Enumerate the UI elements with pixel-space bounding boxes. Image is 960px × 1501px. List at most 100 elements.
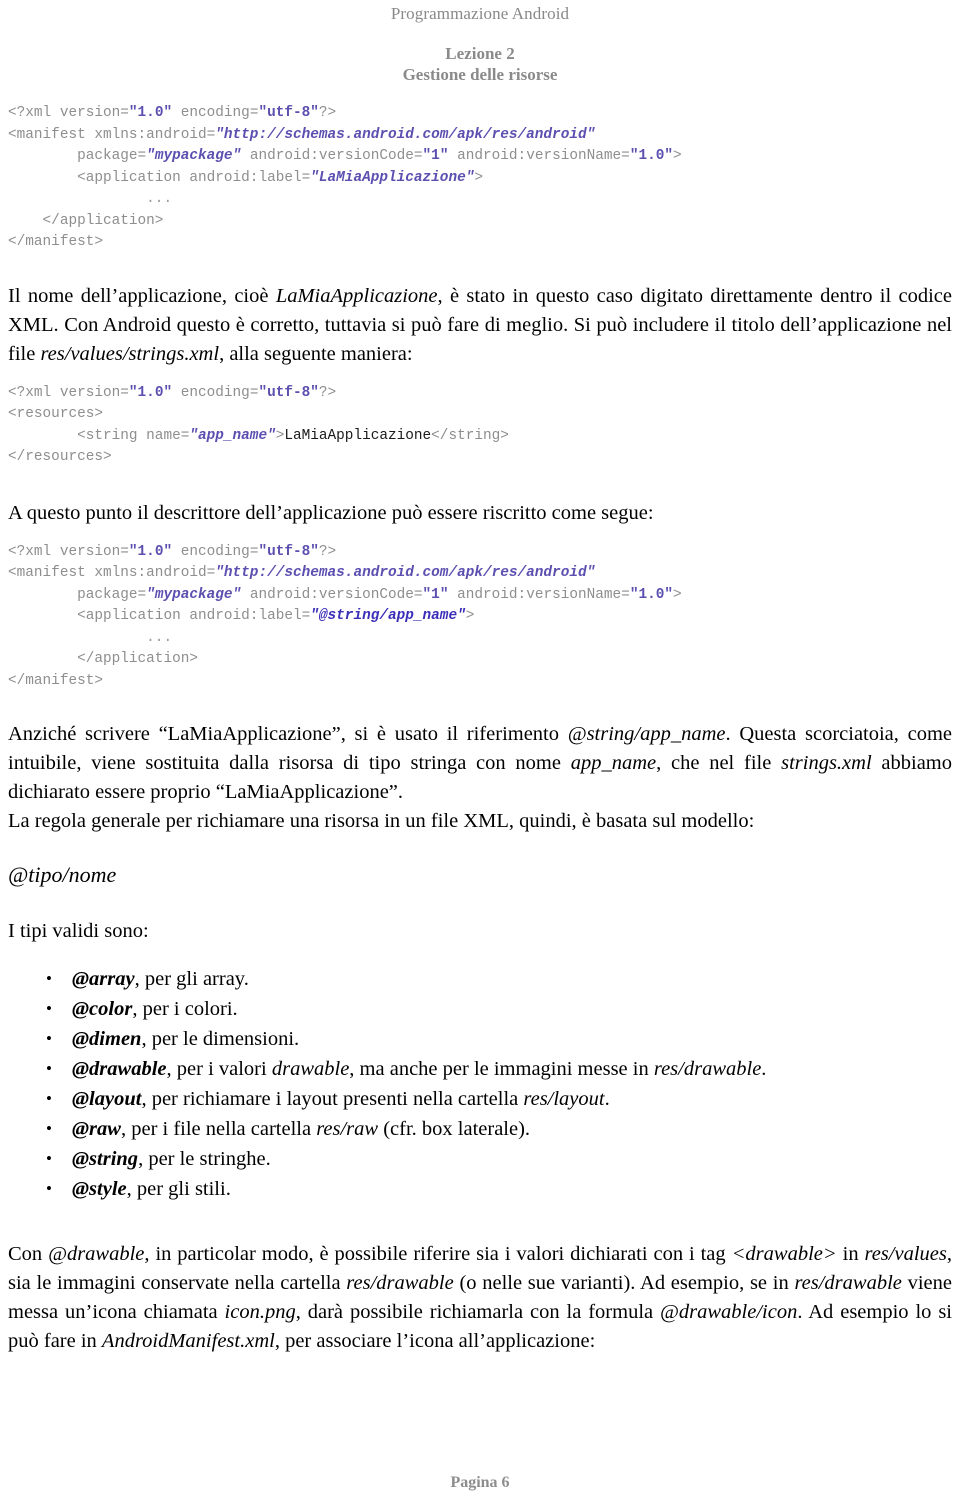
list-item-em: res/layout: [523, 1088, 605, 1110]
cb2-line-4-resources-end: </resources>: [8, 449, 112, 465]
code-line-3-package-value: "mypackage": [146, 148, 242, 164]
list-item-token: @color: [72, 998, 133, 1020]
list-item-token: @string: [72, 1148, 139, 1170]
lesson-subtitle: Gestione delle risorse: [402, 65, 558, 84]
resource-types-list: • @array, per gli array. • @color, per i c…: [8, 964, 952, 1204]
list-item-token: @style: [72, 1178, 127, 1200]
p2-text-1: A questo punto il descrittore dell’appli…: [8, 501, 654, 524]
p3-italic-stringref: @string/app_name: [567, 723, 726, 745]
p6-text-7: , darà possibile richiamarla con la form…: [295, 1301, 661, 1323]
list-item: • @array, per gli array.: [8, 964, 952, 994]
p6-text-1: Con: [8, 1243, 49, 1265]
code-line-4-label-value: "LaMiaApplicazione": [310, 169, 475, 186]
list-item-rest-1: , per richiamare i layout presenti nella…: [141, 1088, 524, 1110]
cb3-line-3-versioncode-value: "1": [422, 586, 449, 603]
list-item-rest-2: , ma anche per le immagini messe in: [349, 1058, 654, 1080]
p3-italic-stringsxml: strings.xml: [781, 752, 872, 774]
code-line-3-versioncode-attr: android:versionCode=: [241, 148, 423, 164]
p6-text-2: , in particolar modo, è possibile riferi…: [144, 1243, 732, 1265]
code-line-1-tag: <?xml version=: [8, 105, 129, 121]
list-item-token: @raw: [72, 1118, 121, 1140]
code-block-manifest-reference: <?xml version="1.0" encoding="utf-8"?> <…: [8, 542, 952, 693]
cb3-line-3-close: >: [673, 586, 682, 603]
cb2-line-3-text-content: LaMiaApplicazione: [284, 427, 432, 444]
p6-italic-androidmanifest: AndroidManifest.xml: [101, 1330, 275, 1352]
list-item: • @color, per i colori.: [8, 994, 952, 1024]
p6-italic-resdrawable-2: res/drawable: [794, 1272, 902, 1294]
code-line-4-close: >: [474, 169, 483, 186]
paragraph-descriptor-intro: A questo punto il descrittore dell’appli…: [8, 499, 952, 528]
running-head: Programmazione Android: [390, 4, 570, 23]
list-item: • @string, per le stringhe.: [8, 1144, 952, 1174]
p6-text-9: , per associare l’icona all’applicazione…: [274, 1330, 596, 1352]
p6-italic-drawableicon: @drawable/icon: [660, 1301, 798, 1323]
cb3-line-4-application-attr: <application android:label=: [8, 608, 311, 624]
bullet-marker-icon: •: [46, 1059, 52, 1078]
formula-resource-syntax: @tipo/nome: [8, 862, 117, 887]
list-item-token: @dimen: [72, 1028, 142, 1050]
p3-text-1: Anziché scrivere “LaMiaApplicazione”, si…: [8, 723, 568, 745]
p6-text-5: (o nelle sue varianti). Ad esempio, se i…: [453, 1272, 795, 1294]
cb2-line-1-tag: <?xml version=: [8, 384, 129, 401]
cb2-line-2-resources-open: <resources>: [8, 406, 103, 422]
cb3-line-4-label-reference: "@string/app_name": [310, 608, 466, 624]
list-item-token: @drawable: [72, 1058, 167, 1080]
list-item-rest-3: .: [761, 1058, 767, 1080]
code-line-3-versionname-attr: android:versionName=: [448, 148, 630, 164]
p6-italic-iconpng: icon.png: [224, 1301, 296, 1323]
cb3-line-3-package-attr: package=: [8, 586, 147, 603]
code-line-1-close: ?>: [318, 105, 337, 121]
code-line-1-encoding-value: "utf-8": [258, 105, 319, 121]
p6-text-3: in: [836, 1243, 865, 1265]
paragraph-reference-explanation: Anziché scrivere “LaMiaApplicazione”, si…: [8, 720, 952, 807]
p6-italic-drawable: @drawable: [48, 1243, 145, 1265]
cb3-line-6-application-end: </application>: [8, 651, 198, 667]
list-item-rest-1: , per le stringhe.: [138, 1148, 271, 1170]
p6-italic-resvalues: res/values: [864, 1243, 947, 1265]
list-item-rest-2: (cfr. box laterale).: [378, 1118, 531, 1140]
code-line-7-manifest-end: </manifest>: [8, 234, 103, 250]
list-item: • @drawable, per i valori drawable, ma an…: [8, 1054, 952, 1084]
list-item-token: @layout: [72, 1088, 142, 1110]
cb3-line-3-versionname-value: "1.0": [629, 586, 674, 603]
cb3-line-3-versionname-attr: android:versionName=: [448, 586, 630, 603]
bullet-marker-icon: •: [46, 1029, 52, 1048]
p6-italic-resdrawable-1: res/drawable: [346, 1272, 454, 1294]
cb2-line-3-string-attr: <string name=: [8, 427, 190, 444]
cb3-line-2-ns-value: "http://schemas.android.com/apk/res/andr…: [215, 565, 596, 581]
cb2-line-1-encoding-attr: encoding=: [172, 384, 259, 401]
cb3-line-1-encoding-value: "utf-8": [258, 543, 319, 560]
code-block-manifest-literal: <?xml version="1.0" encoding="utf-8"?> <…: [8, 103, 952, 254]
code-line-3-package-attr: package=: [8, 148, 147, 164]
bullet-marker-icon: •: [46, 999, 52, 1018]
p3-text-3: , che nel file: [656, 752, 782, 774]
code-line-3-close: >: [673, 148, 682, 164]
list-item-rest-1: , per gli array.: [134, 968, 249, 990]
document-page: Programmazione Android Lezione 2 Gestion…: [0, 0, 960, 1501]
code-line-4-application-attr: <application android:label=: [8, 169, 311, 186]
paragraph-drawable-explanation: Con @drawable, in particolar modo, è pos…: [8, 1240, 952, 1356]
p3-italic-appname-key: app_name: [570, 752, 657, 774]
list-item-rest-1: , per le dimensioni.: [141, 1028, 300, 1050]
cb2-line-1-version: "1.0": [128, 384, 173, 401]
cb3-line-5-ellipsis: ...: [8, 629, 173, 646]
code-line-1-version: "1.0": [128, 105, 173, 121]
code-line-1-encoding-attr: encoding=: [172, 105, 259, 121]
bullet-marker-icon: •: [46, 1089, 52, 1108]
cb3-line-2-tag: <manifest xmlns:android=: [8, 565, 216, 581]
list-item-rest-1: , per i file nella cartella: [120, 1118, 317, 1140]
bullet-marker-icon: •: [46, 1179, 52, 1198]
code-line-5-ellipsis: ...: [8, 191, 173, 207]
cb2-line-1-close: ?>: [318, 384, 337, 401]
list-item-em: drawable: [271, 1058, 350, 1080]
p1-text-1: Il nome dell’applicazione, cioè: [8, 284, 276, 307]
cb2-line-3-string-end: </string>: [431, 427, 509, 444]
cb3-line-1-version: "1.0": [128, 543, 173, 560]
p1-italic-stringspath: res/values/strings.xml: [40, 342, 220, 365]
paragraph-valid-types-intro: I tipi validi sono:: [8, 917, 952, 946]
bullet-marker-icon: •: [46, 1119, 52, 1138]
list-item: • @layout, per richiamare i layout presen…: [8, 1084, 952, 1114]
paragraph-general-rule: La regola generale per richiamare una ri…: [8, 807, 952, 836]
code-line-2-ns-value: "http://schemas.android.com/apk/res/andr…: [215, 126, 596, 143]
cb3-line-1-close: ?>: [318, 543, 337, 560]
